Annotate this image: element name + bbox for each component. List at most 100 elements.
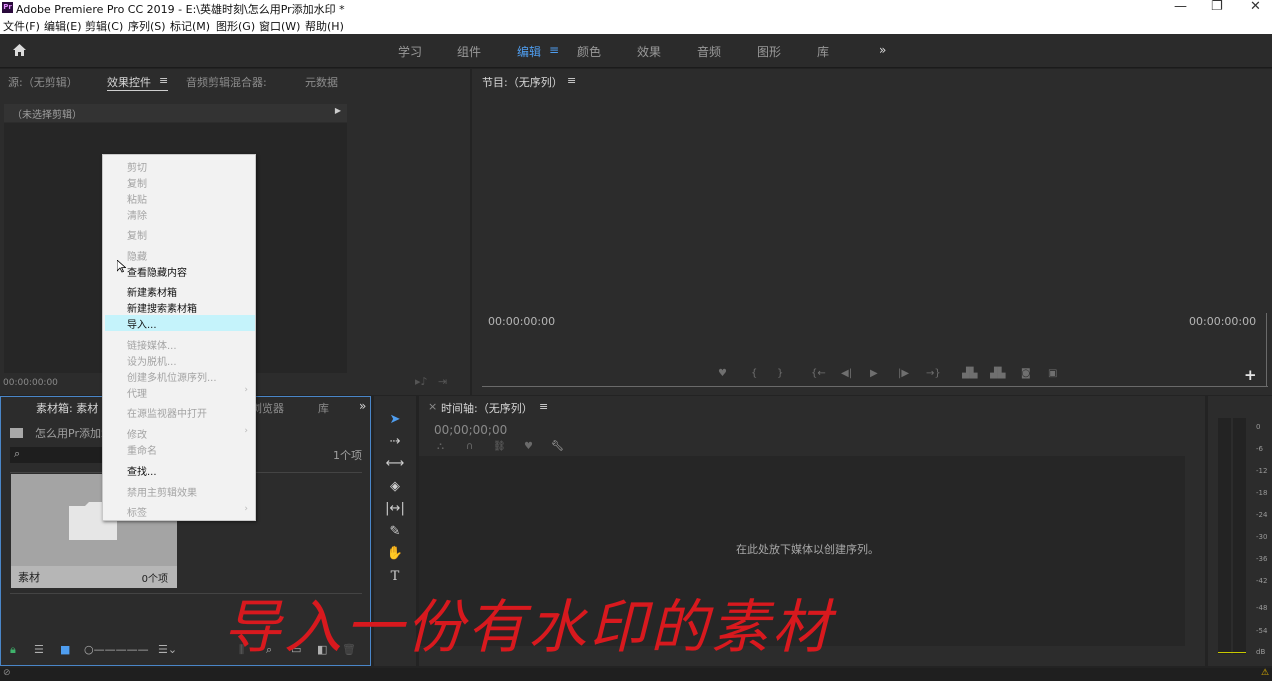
timeline-title[interactable]: 时间轴:（无序列）	[441, 400, 533, 416]
selection-tool-icon[interactable]: ➤	[385, 411, 405, 429]
comparison-view-icon[interactable]: ▣	[1048, 368, 1057, 379]
menu-item-new-bin[interactable]: 新建素材箱	[127, 284, 177, 299]
menu-item-clear[interactable]: 清除	[127, 207, 147, 222]
step-back-icon[interactable]: ◀|	[841, 368, 852, 379]
zoom-slider[interactable]: ○—————	[84, 643, 149, 656]
linked-selection-icon[interactable]: ⛓	[493, 441, 506, 452]
razor-tool-icon[interactable]: ◈	[385, 478, 405, 496]
snap-icon[interactable]: ∩	[466, 441, 473, 452]
warning-icon[interactable]: ⚠	[1261, 668, 1269, 678]
export-frame-icon[interactable]: ⇥	[438, 375, 447, 388]
menu-item-duplicate[interactable]: 复制	[127, 227, 147, 242]
menu-help[interactable]: 帮助(H)	[305, 18, 344, 34]
menu-item-cut[interactable]: 剪切	[127, 159, 147, 174]
mark-out-icon[interactable]: }	[777, 368, 783, 379]
timeline-menu-icon[interactable]: ≡	[539, 400, 548, 413]
menu-item-multicam[interactable]: 创建多机位源序列...	[127, 369, 217, 384]
nest-icon[interactable]: ⛬	[437, 441, 444, 452]
menu-window[interactable]: 窗口(W)	[259, 18, 300, 34]
menu-item-proxy[interactable]: 代理	[127, 385, 147, 400]
workspace-assembly[interactable]: 组件	[457, 43, 481, 60]
program-time-ruler[interactable]	[482, 386, 1268, 387]
workspace-menu-icon[interactable]: ≡	[549, 43, 559, 57]
add-marker-icon[interactable]: ♥	[718, 368, 727, 379]
workspace-audio[interactable]: 音频	[697, 43, 721, 60]
panel-menu-icon[interactable]: ≡	[159, 74, 168, 87]
home-icon[interactable]	[12, 43, 27, 57]
restore-button[interactable]: ❐	[1211, 0, 1223, 14]
menu-item-open-in-source[interactable]: 在源监视器中打开	[127, 405, 207, 420]
workspace-learn[interactable]: 学习	[398, 43, 422, 60]
pen-tool-icon[interactable]: ✎	[385, 523, 405, 541]
bin-path: 怎么用Pr添加水	[35, 427, 112, 440]
tab-source[interactable]: 源:（无剪辑）	[8, 74, 78, 90]
menu-marker[interactable]: 标记(M)	[170, 18, 210, 34]
workspace-graphics[interactable]: 图形	[757, 43, 781, 60]
workspace-libraries[interactable]: 库	[817, 43, 829, 60]
play-only-audio-icon[interactable]: ▸♪	[415, 375, 428, 388]
menu-item-find[interactable]: 查找...	[127, 463, 157, 478]
program-menu-icon[interactable]: ≡	[567, 74, 576, 87]
tab-metadata[interactable]: 元数据	[305, 74, 338, 90]
expand-arrow-icon[interactable]: ▶	[335, 106, 341, 115]
go-to-out-icon[interactable]: →}	[926, 368, 941, 379]
timeline-close-button[interactable]: ×	[428, 400, 437, 413]
search-input[interactable]: ⌕	[10, 447, 105, 463]
go-to-in-icon[interactable]: {←	[811, 368, 826, 379]
play-icon[interactable]: ▶	[870, 368, 878, 379]
tab-effect-controls[interactable]: 效果控件	[107, 74, 151, 90]
menu-item-make-offline[interactable]: 设为脱机...	[127, 353, 177, 368]
menu-clip[interactable]: 剪辑(C)	[85, 18, 123, 34]
bin-folder-icon[interactable]	[10, 428, 23, 438]
menu-item-disable-master-clip-effects[interactable]: 禁用主剪辑效果	[127, 484, 197, 499]
menu-item-import[interactable]: 导入...	[127, 316, 157, 331]
lock-icon[interactable]: 🔒︎	[10, 643, 16, 657]
menu-edit[interactable]: 编辑(E)	[44, 18, 82, 34]
tab-bin[interactable]: 素材箱: 素材	[36, 400, 98, 416]
list-view-icon[interactable]: ☰	[34, 643, 44, 656]
hand-tool-icon[interactable]: ✋	[385, 545, 405, 563]
close-button[interactable]: ✕	[1250, 0, 1261, 14]
program-timecode-left[interactable]: 00:00:00:00	[488, 315, 555, 328]
program-monitor-panel: 节目:（无序列） ≡ 00:00:00:00 00:00:00:00 ♥ { }…	[472, 69, 1272, 395]
menu-item-view-hidden[interactable]: 查看隐藏内容	[127, 264, 187, 279]
icon-view-icon[interactable]: ■	[60, 643, 70, 656]
status-icon[interactable]: ⊘	[3, 668, 11, 678]
ripple-edit-tool-icon[interactable]: ⟷	[385, 455, 405, 473]
sort-icon[interactable]: ☰⌄	[158, 643, 177, 656]
tab-library[interactable]: 库	[318, 400, 329, 416]
step-forward-icon[interactable]: |▶	[898, 368, 909, 379]
panel-more-icon[interactable]: »	[359, 399, 366, 413]
menu-item-link-media[interactable]: 链接媒体...	[127, 337, 177, 352]
menu-file[interactable]: 文件(F)	[3, 18, 40, 34]
program-title[interactable]: 节目:（无序列）	[482, 74, 563, 90]
menu-graphics[interactable]: 图形(G)	[216, 18, 255, 34]
minimize-button[interactable]: —	[1174, 0, 1187, 14]
add-marker-timeline-icon[interactable]: ♥	[524, 441, 533, 452]
export-frame-camera-icon[interactable]: ◙	[1021, 368, 1031, 379]
bin-name: 素材	[18, 571, 40, 584]
menu-item-paste[interactable]: 粘贴	[127, 191, 147, 206]
menu-item-rename[interactable]: 重命名	[127, 442, 157, 457]
workspace-effects[interactable]: 效果	[637, 43, 661, 60]
slip-tool-icon[interactable]: |↔|	[385, 500, 405, 518]
lift-icon[interactable]: ▟▙	[962, 368, 977, 379]
menu-item-modify[interactable]: 修改	[127, 426, 147, 441]
premiere-app-icon: Pr	[2, 2, 13, 13]
track-select-tool-icon[interactable]: ⇢	[385, 433, 405, 451]
settings-wrench-icon[interactable]: 🔧︎	[551, 441, 564, 452]
tab-audio-clip-mixer[interactable]: 音频剪辑混合器:	[186, 74, 267, 90]
menu-item-label[interactable]: 标签	[127, 504, 147, 519]
timeline-timecode[interactable]: 00;00;00;00	[434, 423, 507, 437]
workspace-color[interactable]: 颜色	[577, 43, 601, 60]
menu-item-copy[interactable]: 复制	[127, 175, 147, 190]
workspace-editing[interactable]: 编辑	[517, 43, 541, 60]
menu-sequence[interactable]: 序列(S)	[128, 18, 166, 34]
menu-item-new-search-bin[interactable]: 新建搜索素材箱	[127, 300, 197, 315]
extract-icon[interactable]: ▟▙	[990, 368, 1005, 379]
add-button[interactable]: +	[1244, 366, 1257, 384]
meter-label: -30	[1256, 533, 1268, 541]
workspace-more-icon[interactable]: »	[879, 43, 886, 57]
menu-item-hide[interactable]: 隐藏	[127, 248, 147, 263]
mark-in-icon[interactable]: {	[751, 368, 757, 379]
